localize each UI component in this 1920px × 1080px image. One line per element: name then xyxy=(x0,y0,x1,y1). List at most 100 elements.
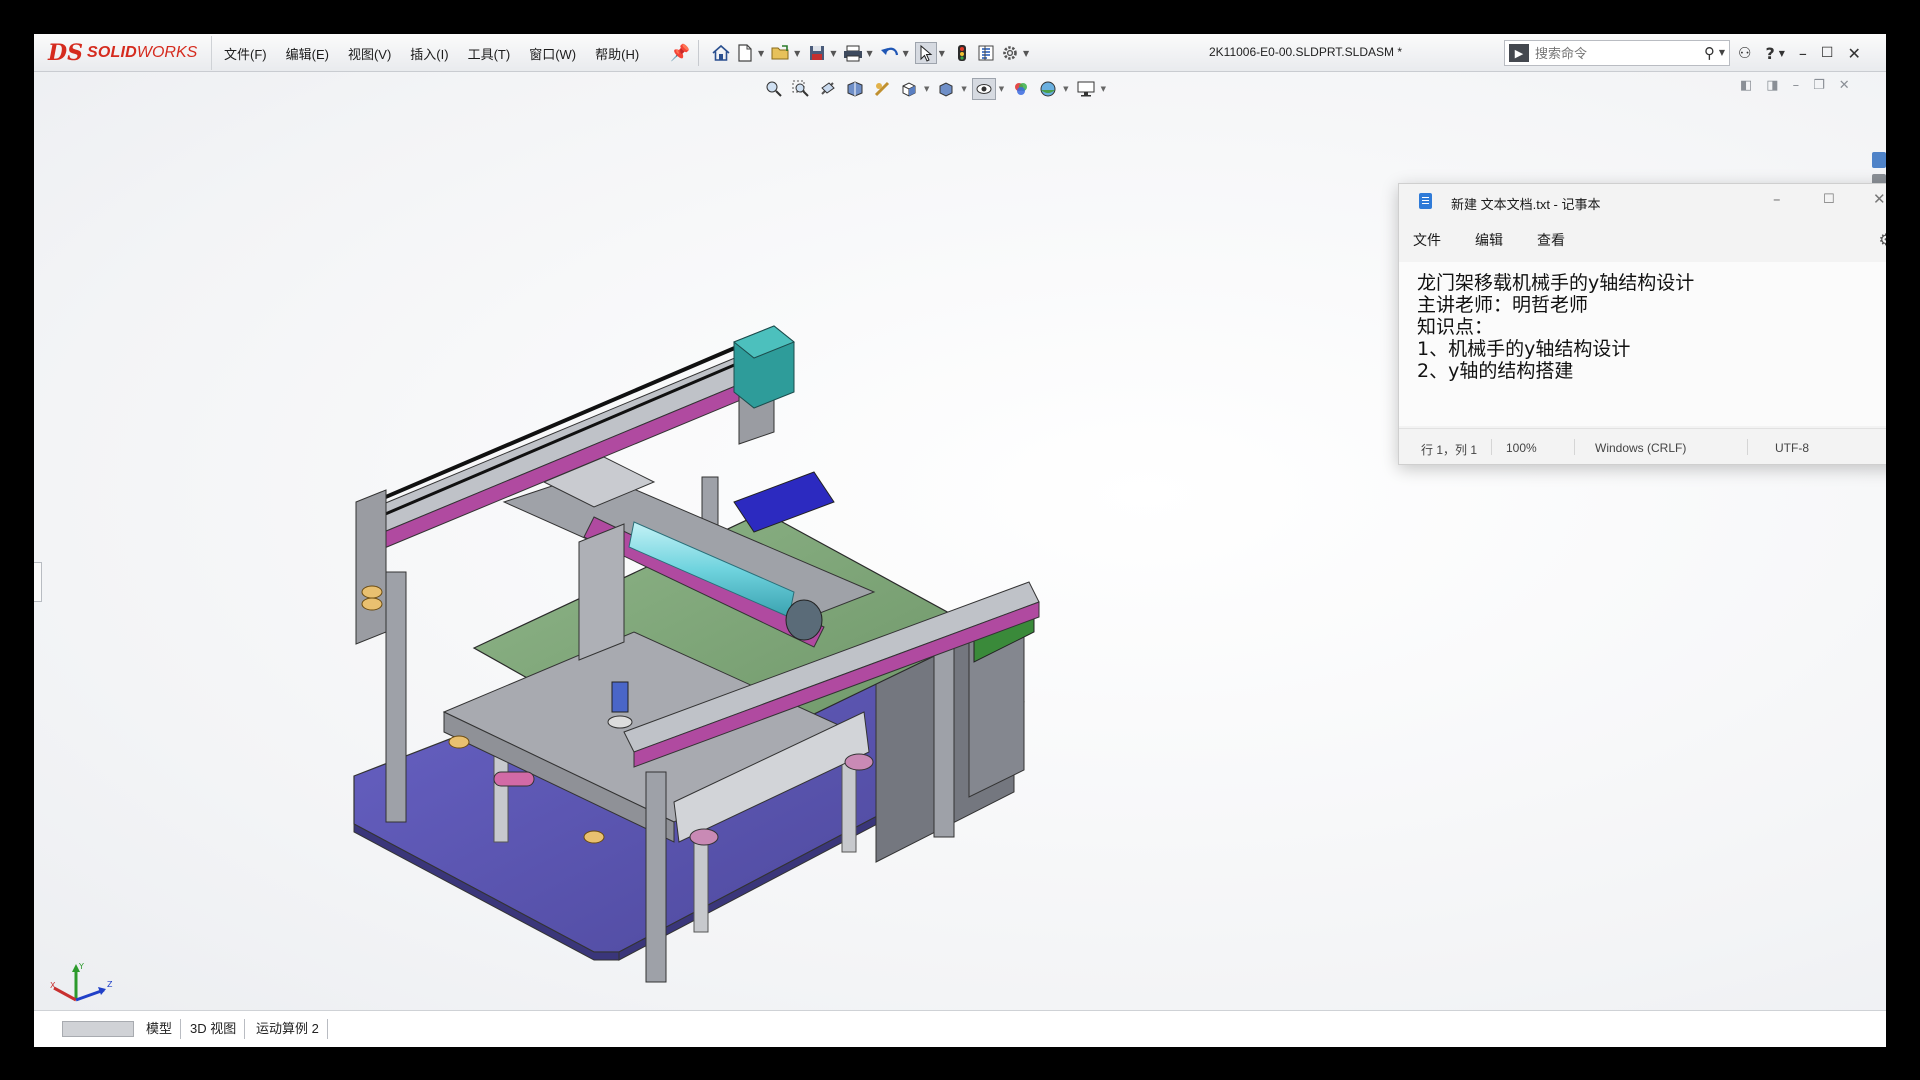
view-orientation-dropdown-icon[interactable]: ▼ xyxy=(924,85,929,93)
tab-model[interactable]: 模型 xyxy=(138,1019,182,1039)
zoom-to-fit-icon[interactable] xyxy=(762,78,786,100)
notepad-maximize-icon[interactable]: ☐ xyxy=(1823,192,1835,207)
tile-left-icon[interactable]: ◧ xyxy=(1740,78,1752,93)
quick-access-toolbar: ▼ ▼ ▼ ▼ ▼ ▼ ▼ xyxy=(710,39,1035,67)
home-icon[interactable] xyxy=(710,42,732,64)
notepad-text-area[interactable]: 龙门架移载机械手的y轴结构设计 主讲老师：明哲老师 知识点： 1、机械手的y轴结… xyxy=(1399,262,1886,426)
notepad-minimize-icon[interactable]: – xyxy=(1773,190,1781,208)
menu-file[interactable]: 文件(F) xyxy=(224,44,267,63)
print-dropdown-icon[interactable]: ▼ xyxy=(866,49,872,58)
file-properties-icon[interactable] xyxy=(975,42,997,64)
tile-right-icon[interactable]: ◨ xyxy=(1766,78,1778,93)
notepad-line: 主讲老师：明哲老师 xyxy=(1417,294,1589,316)
gripper-cylinder xyxy=(611,681,629,713)
title-bar: DS SOLID WORKS 文件(F) 编辑(E) 视图(V) 插入(I) 工具… xyxy=(34,34,1886,72)
undo-dropdown-icon[interactable]: ▼ xyxy=(903,49,909,58)
maximize-icon[interactable]: ☐ xyxy=(1821,45,1834,61)
screen: DS SOLID WORKS 文件(F) 编辑(E) 视图(V) 插入(I) 工具… xyxy=(0,0,1920,1080)
logo-works: WORKS xyxy=(136,44,198,61)
select-dropdown-icon[interactable]: ▼ xyxy=(939,49,945,58)
search-input[interactable] xyxy=(1535,45,1685,61)
menu-help[interactable]: 帮助(H) xyxy=(595,44,639,63)
logo-ds: DS xyxy=(48,40,83,66)
status-separator xyxy=(1747,439,1748,455)
previous-view-icon[interactable] xyxy=(816,78,840,100)
search-dropdown-icon[interactable]: ▼ xyxy=(1719,48,1725,57)
notepad-line: 1、机械手的y轴结构设计 xyxy=(1417,338,1631,360)
z-axis-column xyxy=(578,523,625,661)
tab-motion-study[interactable]: 运动算例 2 xyxy=(248,1019,328,1039)
apply-scene-dropdown-icon[interactable]: ▼ xyxy=(1063,85,1068,93)
line-ending: Windows (CRLF) xyxy=(1595,441,1687,455)
doc-minimize-icon[interactable]: – xyxy=(1793,78,1800,93)
edit-appearance-icon[interactable] xyxy=(1009,78,1033,100)
tab-3d-view[interactable]: 3D 视图 xyxy=(182,1019,246,1039)
command-prompt-icon: ▶ xyxy=(1509,44,1529,62)
save-icon[interactable] xyxy=(806,42,828,64)
doc-close-icon[interactable]: ✕ xyxy=(1839,78,1850,93)
hide-show-items-icon[interactable] xyxy=(971,78,996,100)
display-style-icon[interactable] xyxy=(934,78,958,100)
menu-insert[interactable]: 插入(I) xyxy=(410,44,448,63)
triad-z-label: Z xyxy=(107,980,113,989)
window-controls: ⚇ ? ▼ – ☐ ✕ xyxy=(1738,40,1875,66)
print-icon[interactable] xyxy=(842,42,864,64)
options-dropdown-icon[interactable]: ▼ xyxy=(1023,49,1029,58)
display-style-dropdown-icon[interactable]: ▼ xyxy=(961,85,966,93)
open-dropdown-icon[interactable]: ▼ xyxy=(794,49,800,58)
save-dropdown-icon[interactable]: ▼ xyxy=(830,49,836,58)
notepad-menu-view[interactable]: 查看 xyxy=(1537,230,1565,250)
notepad-menu-edit[interactable]: 编辑 xyxy=(1475,230,1503,250)
dynamic-annotation-icon[interactable] xyxy=(870,78,894,100)
user-account-icon[interactable]: ⚇ xyxy=(1738,44,1751,62)
minimize-icon[interactable]: – xyxy=(1799,44,1807,63)
status-separator xyxy=(1491,439,1492,455)
solidworks-logo[interactable]: DS SOLID WORKS xyxy=(40,36,212,70)
menu-window[interactable]: 窗口(W) xyxy=(529,44,576,63)
view-orientation-icon[interactable] xyxy=(897,78,921,100)
apply-scene-icon[interactable] xyxy=(1036,78,1060,100)
notepad-settings-gear-icon[interactable]: ⚙ xyxy=(1879,230,1886,249)
doc-restore-icon[interactable]: ❐ xyxy=(1813,78,1825,93)
undo-icon[interactable] xyxy=(879,42,901,64)
view-settings-icon[interactable] xyxy=(1074,78,1098,100)
help-icon[interactable]: ? xyxy=(1765,44,1774,63)
mount-flange-right xyxy=(844,753,874,771)
notepad-title-bar[interactable]: 新建 文本文档.txt - 记事本 – ☐ ✕ xyxy=(1399,184,1886,218)
document-window-controls: ◧ ◨ – ❐ ✕ xyxy=(1740,78,1864,93)
notepad-window: 新建 文本文档.txt - 记事本 – ☐ ✕ 文件 编辑 查看 ⚙ 龙门架移载… xyxy=(1398,183,1886,465)
open-folder-icon[interactable] xyxy=(770,42,792,64)
new-document-icon[interactable] xyxy=(734,42,756,64)
help-dropdown-icon[interactable]: ▼ xyxy=(1779,49,1785,58)
menu-tools[interactable]: 工具(T) xyxy=(468,44,511,63)
view-settings-dropdown-icon[interactable]: ▼ xyxy=(1101,85,1106,93)
toolbar-separator xyxy=(698,40,699,66)
select-arrow-icon[interactable] xyxy=(914,42,937,64)
search-icon[interactable]: ⚲ xyxy=(1704,44,1715,62)
gripper-tip xyxy=(607,715,633,729)
close-icon[interactable]: ✕ xyxy=(1847,44,1860,63)
tab-scroll-arrows[interactable] xyxy=(62,1021,134,1037)
zoom-level: 100% xyxy=(1506,441,1537,455)
bottom-tab-bar: 模型 3D 视图 运动算例 2 xyxy=(34,1010,1886,1047)
feature-manager-expand-handle[interactable] xyxy=(34,562,42,602)
notepad-close-icon[interactable]: ✕ xyxy=(1873,190,1886,208)
menu-view[interactable]: 视图(V) xyxy=(348,44,391,63)
task-pane-home-icon[interactable] xyxy=(1872,152,1886,168)
solidworks-window: DS SOLID WORKS 文件(F) 编辑(E) 视图(V) 插入(I) 工具… xyxy=(34,34,1886,1047)
notepad-line: 2、y轴的结构搭建 xyxy=(1417,360,1574,382)
triad-y-label: Y xyxy=(78,962,84,971)
bearing-block xyxy=(785,599,823,641)
zoom-to-area-icon[interactable] xyxy=(789,78,813,100)
menu-edit[interactable]: 编辑(E) xyxy=(286,44,329,63)
search-commands-box[interactable]: ▶ ⚲ ▼ xyxy=(1504,40,1730,66)
new-dropdown-icon[interactable]: ▼ xyxy=(758,49,764,58)
options-gear-icon[interactable] xyxy=(999,42,1021,64)
section-view-icon[interactable] xyxy=(843,78,867,100)
mount-flange-left xyxy=(689,828,719,846)
hide-show-dropdown-icon[interactable]: ▼ xyxy=(999,85,1004,93)
pin-icon[interactable]: 📌 xyxy=(670,43,690,62)
notepad-menu-file[interactable]: 文件 xyxy=(1413,230,1441,250)
status-separator xyxy=(1574,439,1575,455)
rebuild-icon[interactable] xyxy=(951,42,973,64)
